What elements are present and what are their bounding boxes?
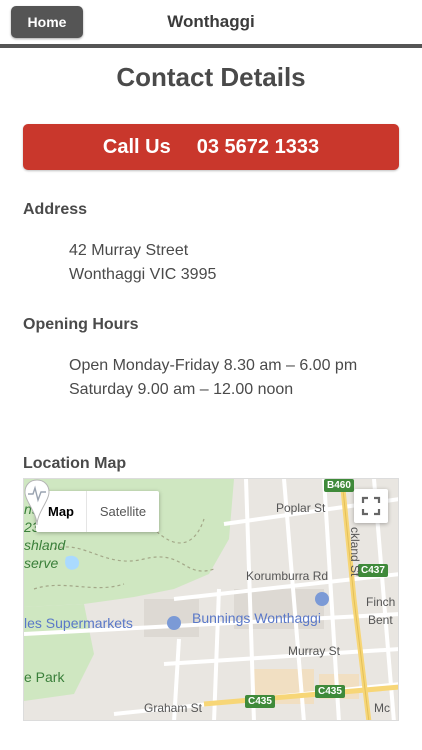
- opening-hours-heading: Opening Hours: [23, 316, 139, 333]
- map-type-satellite-button[interactable]: Satellite: [87, 491, 159, 532]
- map-label-graham-st: Graham St: [144, 701, 203, 715]
- route-shield-b460: B460: [324, 479, 354, 492]
- page-title: Contact Details: [116, 62, 306, 92]
- route-shield-c437: C437: [358, 564, 388, 577]
- fullscreen-icon: [361, 496, 381, 516]
- map-label-korumburra-rd: Korumburra Rd: [246, 569, 329, 583]
- map-label-bent: Bent: [368, 613, 393, 627]
- location-map[interactable]: B460 C437 C435 C435 Poplar St Korumburra…: [23, 478, 399, 721]
- hours-line-2: Saturday 9.00 am – 12.00 noon: [69, 381, 294, 398]
- hours-line-1: Open Monday-Friday 8.30 am – 6.00 pm: [69, 357, 358, 374]
- map-label-mc: Mc: [374, 701, 390, 715]
- fullscreen-button[interactable]: [354, 489, 388, 523]
- location-map-heading: Location Map: [23, 455, 127, 472]
- header-divider: [0, 44, 422, 48]
- site-title: Wonthaggi: [167, 12, 255, 31]
- route-shield-c435-b: C435: [315, 685, 345, 698]
- map-label-left-4: serve: [24, 555, 59, 571]
- map-label-bunnings: Bunnings Wonthaggi: [192, 610, 321, 626]
- map-label-murray-st: Murray St: [288, 644, 341, 658]
- route-shield-c435-a: C435: [245, 695, 275, 708]
- phone-number: 03 5672 1333: [196, 135, 320, 158]
- address-line-1: 42 Murray Street: [69, 242, 189, 259]
- map-label-park: e Park: [24, 669, 65, 685]
- map-label-left-3: shland: [24, 537, 66, 553]
- address-line-2: Wonthaggi VIC 3995: [69, 266, 217, 283]
- call-label: Call Us: [102, 135, 171, 158]
- map-label-poplar-st: Poplar St: [276, 501, 326, 515]
- address-heading: Address: [23, 201, 88, 218]
- map-type-control: Map Satellite: [36, 491, 159, 532]
- location-pin-icon[interactable]: [24, 479, 50, 527]
- call-us-button[interactable]: Call Us 03 5672 1333: [23, 124, 399, 170]
- map-label-finch: Finch: [366, 595, 396, 609]
- map-label-supermarkets: les Supermarkets: [24, 615, 133, 631]
- top-bar: Home Wonthaggi: [0, 0, 422, 44]
- map-label-inland-st: ckland St: [348, 527, 362, 577]
